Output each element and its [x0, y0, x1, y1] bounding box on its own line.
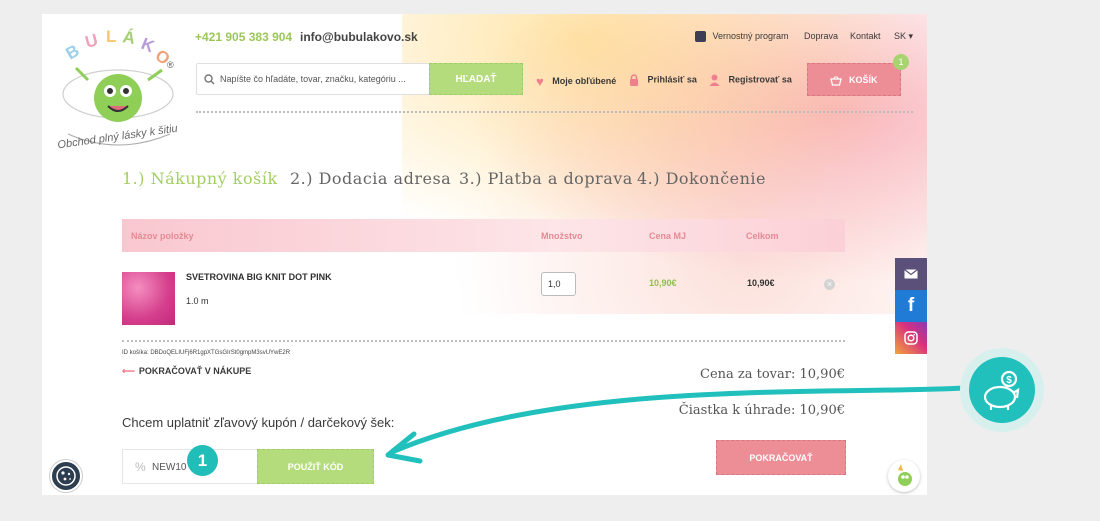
watercolor-background — [402, 14, 927, 314]
envelope-icon — [904, 269, 918, 279]
facebook-icon: f — [907, 295, 915, 316]
coupon-value: NEW10 — [152, 462, 187, 473]
remove-item-icon[interactable]: × — [824, 279, 835, 290]
search-placeholder: Napíšte čo hľadáte, tovar, značku, kateg… — [220, 74, 406, 84]
proceed-button[interactable]: POKRAČOVAŤ — [716, 440, 846, 475]
svg-text:$: $ — [1006, 375, 1012, 386]
column-quantity: Množstvo — [541, 231, 583, 241]
svg-text:Obchod plný lásky k šitiu: Obchod plný lásky k šitiu — [57, 123, 179, 152]
step-payment: 3.) Platba a doprava — [459, 169, 633, 188]
continue-shopping-link[interactable]: ⟵ POKRAČOVAŤ V NÁKUPE — [122, 366, 251, 377]
cookie-icon — [56, 466, 76, 486]
apply-coupon-button[interactable]: POUŽIŤ KÓD — [257, 449, 374, 484]
login-link[interactable]: Prihlásiť sa — [629, 74, 697, 86]
continue-shopping-label: POKRAČOVAŤ V NÁKUPE — [138, 366, 252, 376]
cart-table-header: Názov položky Množstvo Cena MJ Celkom — [122, 219, 845, 252]
shipping-link[interactable]: Doprava — [804, 31, 838, 41]
step-cart: 1.) Nákupný košík — [122, 169, 278, 188]
contact-link[interactable]: Kontakt — [850, 31, 881, 41]
header-divider — [196, 111, 913, 113]
row-total: 10,90€ — [747, 278, 775, 288]
loyalty-program-link[interactable]: Vernostný program — [695, 31, 789, 43]
percent-icon: % — [135, 460, 146, 474]
svg-text:Á: Á — [121, 28, 136, 48]
search-button[interactable]: HĽADAŤ — [429, 63, 523, 95]
amount-to-pay: Čiastka k úhrade: 10,90€ — [678, 403, 845, 418]
product-image[interactable] — [122, 272, 175, 325]
cart-id: ID košíka: DBDoQELIUFj6R1gpXTGsGIrSt0gmp… — [122, 350, 291, 356]
loyalty-program-label: Vernostný program — [712, 31, 789, 41]
svg-text:B: B — [63, 41, 83, 64]
quantity-input[interactable]: 1,0 — [541, 272, 576, 296]
column-unit-price: Cena MJ — [649, 231, 687, 241]
user-icon — [709, 74, 720, 86]
login-label: Prihlásiť sa — [647, 74, 697, 85]
product-size: 1.0 m — [186, 296, 209, 306]
svg-text:L: L — [106, 28, 116, 46]
cart-button[interactable]: KOŠÍK — [807, 63, 901, 96]
heart-icon: ♥ — [536, 74, 544, 89]
cart-count-badge: 1 — [893, 54, 909, 70]
email-share-button[interactable] — [895, 258, 927, 290]
svg-text:®: ® — [167, 60, 174, 70]
column-total: Celkom — [746, 231, 779, 241]
step-finish: 4.) Dokončenie — [637, 169, 767, 188]
email-address[interactable]: info@bubulakovo.sk — [300, 30, 418, 44]
piggy-bank-badge: $ — [969, 357, 1035, 423]
cookie-settings-button[interactable] — [50, 460, 82, 492]
step-address: 2.) Dodacia adresa — [290, 169, 452, 188]
annotation-step-marker: 1 — [187, 445, 218, 476]
goods-price: Cena za tovar: 10,90€ — [700, 367, 845, 382]
mascot-icon — [898, 464, 912, 486]
search-icon — [204, 74, 215, 85]
language-selector[interactable]: SK ▾ — [894, 31, 913, 42]
facebook-button[interactable]: f — [895, 290, 927, 322]
instagram-button[interactable] — [895, 322, 927, 354]
loyalty-icon — [695, 31, 706, 43]
unit-price: 10,90€ — [649, 278, 677, 288]
cart-label: KOŠÍK — [849, 75, 878, 85]
table-divider — [122, 340, 845, 342]
register-link[interactable]: Registrovať sa — [709, 74, 792, 86]
piggy-bank-icon: $ — [983, 370, 1020, 410]
instagram-icon — [904, 331, 918, 345]
svg-text:K: K — [139, 34, 158, 56]
favorites-label: Moje obľúbené — [552, 75, 617, 86]
search-input[interactable]: Napíšte čo hľadáte, tovar, značku, kateg… — [196, 63, 430, 95]
svg-text:U: U — [83, 30, 100, 52]
chat-mascot-button[interactable] — [888, 460, 920, 492]
shop-page: B U L Á K O ® Obchod plný lásky k šitiu … — [42, 14, 927, 495]
coupon-label: Chcem uplatniť zľavový kupón / darčekový… — [122, 415, 395, 430]
column-item-name: Názov položky — [131, 231, 194, 241]
favorites-link[interactable]: ♥ Moje obľúbené — [536, 74, 616, 89]
basket-icon — [830, 75, 843, 86]
product-name[interactable]: SVETROVINA BIG KNIT DOT PINK — [186, 272, 332, 282]
phone-number[interactable]: +421 905 383 904 — [195, 30, 292, 44]
arrow-left-icon: ⟵ — [122, 366, 135, 376]
bubulakovo-logo[interactable]: B U L Á K O ® Obchod plný lásky k šitiu — [54, 28, 182, 156]
lock-icon — [630, 74, 638, 86]
register-label: Registrovať sa — [728, 74, 792, 85]
